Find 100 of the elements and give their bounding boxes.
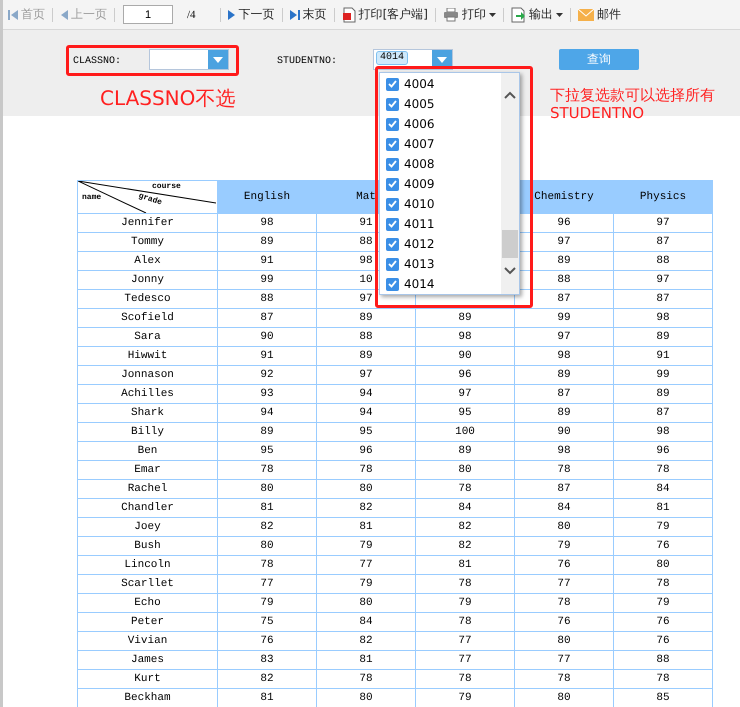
toolbar-button[interactable]: 邮件 <box>574 4 624 26</box>
score-cell: 89 <box>316 346 416 366</box>
checkbox[interactable] <box>386 118 399 130</box>
dropdown-option[interactable]: 4004 <box>380 74 501 94</box>
checkbox[interactable] <box>386 218 399 230</box>
name-cell: Shark <box>78 404 218 422</box>
score-cell: 84 <box>614 480 712 498</box>
scrollbar[interactable] <box>501 73 519 294</box>
score-cell: 78 <box>316 460 416 480</box>
score-cell: 78 <box>416 480 514 498</box>
score-cell: 98 <box>614 308 712 328</box>
checkbox[interactable] <box>386 158 399 170</box>
first-page-icon <box>8 8 18 20</box>
checkbox[interactable] <box>386 78 399 90</box>
score-cell: 80 <box>218 536 316 556</box>
score-cell: 84 <box>514 498 614 518</box>
score-cell: 78 <box>416 612 514 632</box>
score-cell: 82 <box>416 518 514 536</box>
score-cell: 94 <box>218 404 316 422</box>
corner-label: grade <box>137 192 163 208</box>
score-cell: 82 <box>316 498 416 518</box>
checkbox[interactable] <box>386 198 399 210</box>
score-cell: 91 <box>614 346 712 366</box>
name-cell: James <box>78 650 218 670</box>
score-cell: 95 <box>416 404 514 422</box>
score-cell: 99 <box>614 366 712 384</box>
dropdown-option[interactable]: 4007 <box>380 134 501 154</box>
field-label: STUDENTNO: <box>277 56 338 67</box>
score-cell: 84 <box>416 498 514 518</box>
envelope-icon <box>578 8 594 20</box>
name-cell: Jonny <box>78 270 218 290</box>
score-cell: 89 <box>218 232 316 252</box>
pdf-document-icon <box>342 6 356 22</box>
toolbar-button[interactable]: 末页 <box>286 4 330 26</box>
score-cell: 88 <box>614 252 712 270</box>
toolbar-button[interactable]: 输出 <box>508 4 566 26</box>
checkbox[interactable] <box>386 138 399 150</box>
score-cell: 96 <box>316 442 416 460</box>
scroll-up-icon <box>504 91 516 99</box>
score-cell: 90 <box>514 422 614 442</box>
score-cell: 88 <box>218 290 316 308</box>
toolbar-button[interactable]: 打印[客户端] <box>338 4 431 26</box>
score-cell: 76 <box>218 632 316 650</box>
toolbar-button[interactable]: 打印 <box>440 4 499 26</box>
score-cell: 83 <box>218 650 316 670</box>
page-number-field[interactable]: 1 <box>123 5 173 24</box>
score-cell: 96 <box>614 442 712 460</box>
scroll-thumb[interactable] <box>502 230 518 258</box>
score-cell: 81 <box>316 650 416 670</box>
column-header: Physics <box>614 180 712 214</box>
score-cell: 78 <box>514 594 614 612</box>
score-cell: 95 <box>316 422 416 442</box>
score-cell: 75 <box>218 612 316 632</box>
previous-page-icon <box>60 8 68 20</box>
score-cell: 79 <box>316 536 416 556</box>
checkbox[interactable] <box>386 258 399 270</box>
score-cell: 79 <box>614 518 712 536</box>
page-total: /4 <box>187 8 196 20</box>
score-cell: 87 <box>218 308 316 328</box>
name-cell: Kurt <box>78 670 218 688</box>
last-page-icon <box>290 8 300 20</box>
name-cell: Ben <box>78 442 218 460</box>
score-cell: 100 <box>416 422 514 442</box>
score-cell: 99 <box>218 270 316 290</box>
score-cell: 81 <box>218 498 316 518</box>
score-cell: 78 <box>514 670 614 688</box>
score-cell: 82 <box>218 670 316 688</box>
dropdown-option[interactable]: 4005 <box>380 94 501 114</box>
name-cell: Chandler <box>78 498 218 518</box>
score-cell: 81 <box>416 556 514 574</box>
annotation-text: 下拉复选款可以选择所有 STUDENTNO <box>550 86 715 122</box>
score-cell: 99 <box>514 308 614 328</box>
score-cell: 91 <box>218 346 316 366</box>
score-cell: 80 <box>514 518 614 536</box>
name-cell: Lincoln <box>78 556 218 574</box>
score-cell: 77 <box>218 574 316 594</box>
score-cell: 87 <box>614 404 712 422</box>
name-cell: Jonnason <box>78 366 218 384</box>
score-cell: 90 <box>416 346 514 366</box>
name-cell: Emar <box>78 460 218 480</box>
checkbox[interactable] <box>386 278 399 290</box>
checkbox[interactable] <box>386 178 399 190</box>
score-cell: 82 <box>416 536 514 556</box>
score-cell: 89 <box>614 328 712 346</box>
score-cell: 77 <box>514 650 614 670</box>
dropdown-option[interactable]: 4006 <box>380 114 501 134</box>
score-cell: 88 <box>614 650 712 670</box>
score-cell: 88 <box>316 328 416 346</box>
toolbar-button[interactable]: 下一页 <box>224 4 278 26</box>
score-cell: 78 <box>316 670 416 688</box>
name-cell: Joey <box>78 518 218 536</box>
checkbox[interactable] <box>386 98 399 110</box>
name-cell: Sara <box>78 328 218 346</box>
checkbox[interactable] <box>386 238 399 250</box>
next-page-icon <box>228 8 236 20</box>
score-cell: 78 <box>614 574 712 594</box>
dropdown-option[interactable]: 4008 <box>380 154 501 174</box>
score-cell: 98 <box>514 442 614 460</box>
classno-dropdown[interactable] <box>149 49 230 70</box>
score-cell: 79 <box>316 574 416 594</box>
